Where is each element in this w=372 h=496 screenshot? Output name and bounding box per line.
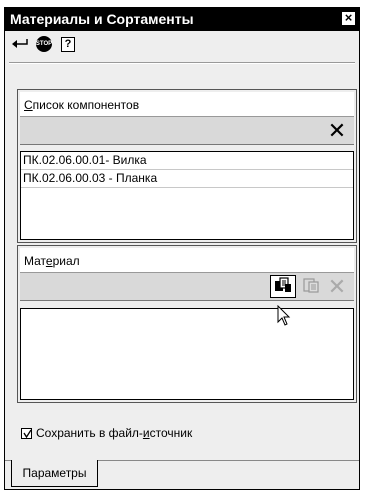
main-toolbar: STOP ?	[5, 31, 359, 59]
toolbar-divider	[9, 62, 355, 64]
components-toolbar: ✕	[20, 117, 354, 145]
select-material-button[interactable]	[270, 275, 296, 298]
components-title: Список компонентов	[24, 98, 140, 112]
save-to-source-label: Сохранить в файл-источник	[36, 426, 193, 440]
remove-material-button[interactable]: ✕	[324, 275, 350, 298]
material-header: Материал	[20, 248, 354, 273]
components-header: Список компонентов	[20, 92, 354, 117]
tabs-bar: Параметры	[5, 460, 359, 489]
title-bar: Материалы и Сортаменты ×	[5, 8, 359, 31]
delete-x-icon: ✕	[327, 273, 347, 299]
components-list[interactable]: ПК.02.06.00.01- Вилка ПК.02.06.00.03 - П…	[20, 151, 354, 240]
material-title: Материал	[24, 254, 80, 268]
material-group: Материал ✕	[17, 245, 357, 403]
save-to-source-option[interactable]: Сохранить в файл-источник	[21, 426, 192, 440]
enter-icon	[11, 37, 29, 52]
material-library-icon	[274, 277, 292, 296]
properties-icon	[302, 277, 320, 296]
stop-icon: STOP	[36, 36, 52, 52]
material-properties-button[interactable]	[298, 275, 324, 298]
components-group: Список компонентов ✕ ПК.02.06.00.01- Вил…	[17, 89, 357, 243]
close-button[interactable]: ×	[341, 11, 356, 26]
list-item[interactable]: ПК.02.06.00.03 - Планка	[21, 170, 353, 188]
save-to-source-checkbox[interactable]	[21, 427, 32, 439]
material-toolbar: ✕	[20, 273, 354, 301]
help-icon: ?	[61, 36, 75, 52]
mouse-cursor-icon	[277, 304, 291, 330]
delete-x-icon: ✕	[327, 117, 347, 143]
enter-button[interactable]	[9, 34, 31, 54]
materials-window: Материалы и Сортаменты × STOP ? Список к…	[4, 7, 360, 490]
stop-button[interactable]: STOP	[33, 34, 55, 54]
material-list[interactable]	[20, 308, 354, 400]
remove-component-button[interactable]: ✕	[324, 119, 350, 142]
help-button[interactable]: ?	[57, 34, 79, 54]
window-title: Материалы и Сортаменты	[10, 11, 194, 27]
list-item[interactable]: ПК.02.06.00.01- Вилка	[21, 152, 353, 170]
tab-parameters[interactable]: Параметры	[11, 460, 98, 487]
